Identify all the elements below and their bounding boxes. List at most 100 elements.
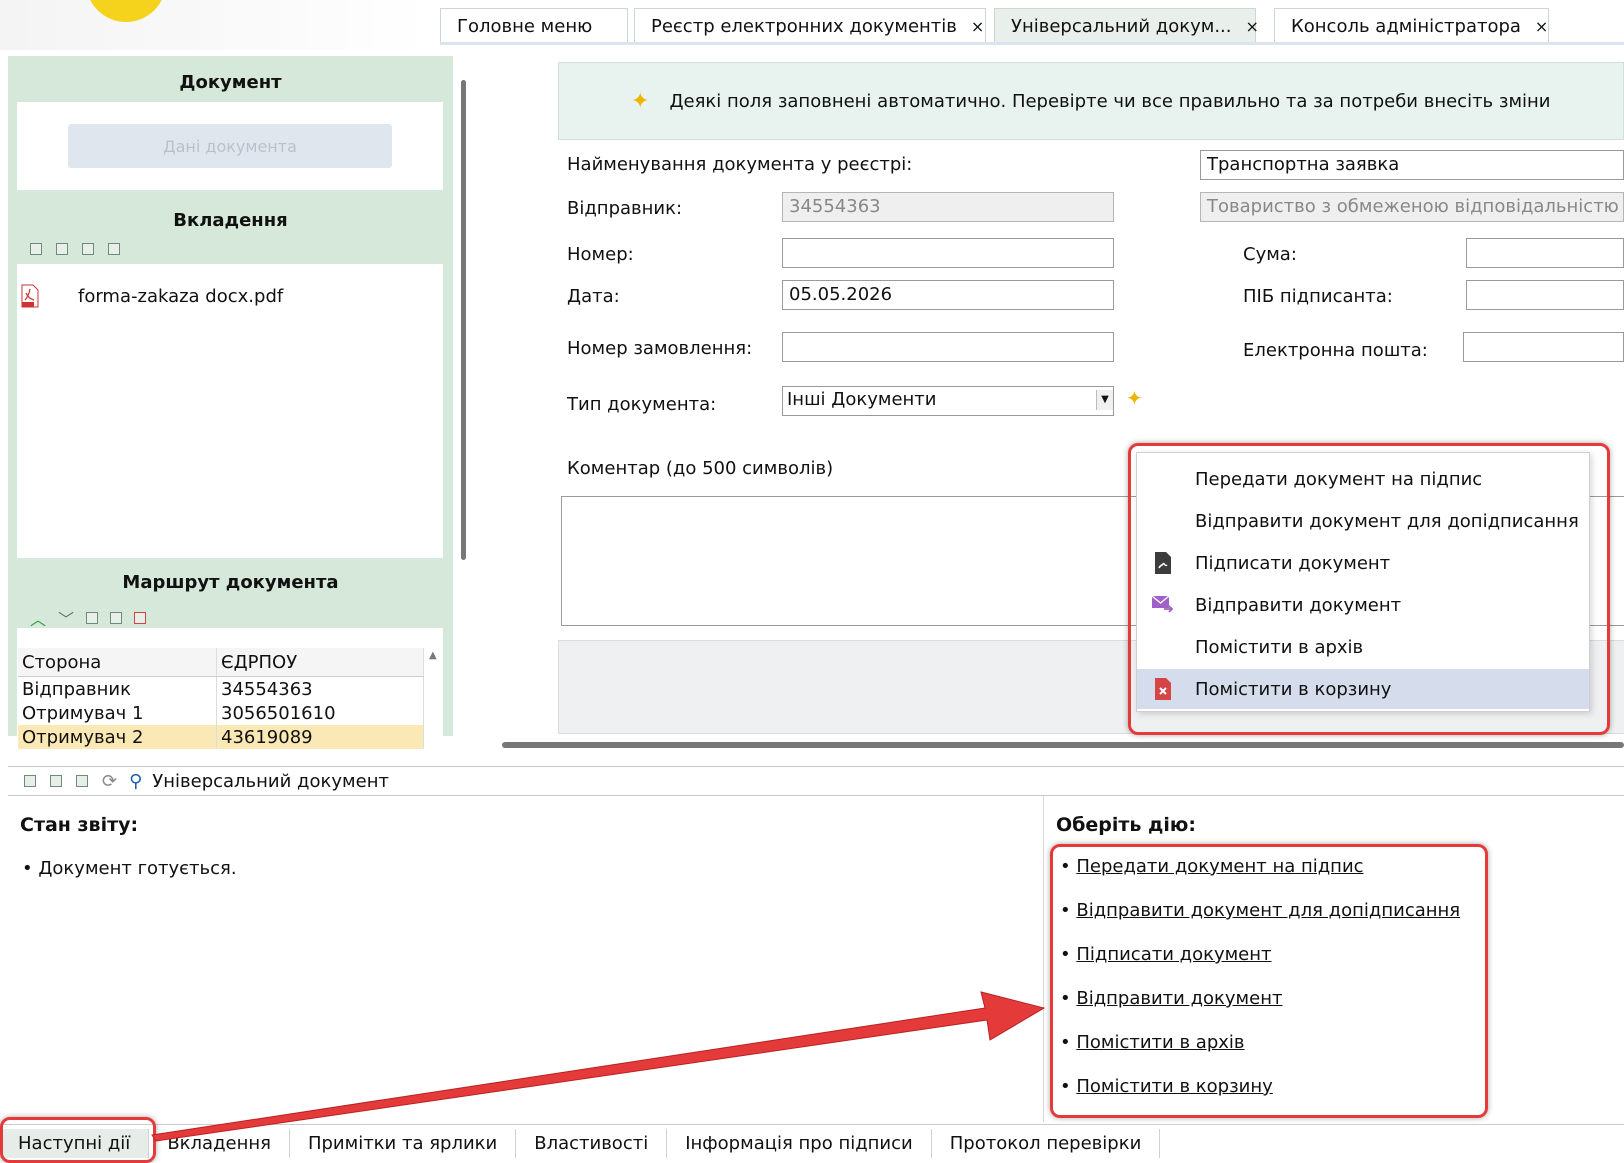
delete-attachment-icon[interactable] [108, 243, 120, 255]
menu-item-archive[interactable]: Помістити в архів [1137, 627, 1589, 667]
route-side: Отримувач 2 [18, 725, 217, 749]
save-icon[interactable] [56, 243, 68, 255]
menu-item-sign-document[interactable]: Підписати документ [1137, 543, 1589, 583]
action-link-send-for-cosign[interactable]: Відправити документ для допідписання [1076, 900, 1460, 921]
sender-code-field[interactable]: 34554363 [782, 192, 1114, 222]
save-icon[interactable] [24, 775, 36, 787]
tab-document-registry[interactable]: Реєстр електронних документів × [634, 8, 986, 44]
sum-field[interactable] [1466, 238, 1624, 268]
banner-text: Деякі поля заповнені автоматично. Переві… [669, 90, 1551, 112]
number-label: Номер: [567, 244, 634, 265]
menu-item-label: Передати документ на підпис [1195, 468, 1483, 490]
attachment-item[interactable] [20, 284, 40, 312]
choose-action-heading: Оберіть дію: [1056, 814, 1196, 836]
order-number-field[interactable] [782, 332, 1114, 362]
table-row-selected[interactable]: Отримувач 2 43619089 [18, 725, 424, 749]
menu-item-send-for-signature[interactable]: Передати документ на підпис [1137, 459, 1589, 499]
sparkle-icon: ✦ [631, 88, 650, 114]
move-up-icon[interactable]: ︿ [30, 606, 46, 630]
doc-type-select[interactable]: Інші Документи [782, 386, 1114, 416]
edit-route-icon[interactable] [110, 612, 123, 624]
menu-item-move-to-trash[interactable]: Помістити в корзину [1137, 669, 1589, 709]
route-side: Відправник [18, 676, 217, 701]
order-number-label: Номер замовлення: [567, 338, 753, 359]
email-label: Електронна пошта: [1243, 340, 1428, 361]
tab-signature-info[interactable]: Інформація про підписи [667, 1129, 932, 1158]
column-header-side[interactable]: Сторона [18, 648, 217, 677]
route-side: Отримувач 1 [18, 701, 217, 725]
registry-name-field[interactable]: Транспортна заявка [1200, 150, 1624, 180]
paperclip-icon[interactable]: ⚲ [129, 771, 142, 792]
add-attachment-icon[interactable] [30, 243, 42, 255]
move-down-icon[interactable]: ﹀ [58, 606, 74, 630]
chevron-down-icon[interactable]: ▼ [1096, 390, 1113, 410]
registry-name-label: Найменування документа у реєстрі: [567, 154, 913, 175]
action-link-send[interactable]: Відправити документ [1076, 988, 1282, 1009]
tab-attachments[interactable]: Вкладення [149, 1129, 290, 1158]
table-scroll-up-icon[interactable]: ▲ [429, 650, 437, 661]
tab-admin-console[interactable]: Консоль адміністратора × [1274, 8, 1549, 44]
route-toolbar: ︿ ﹀ [30, 606, 147, 630]
number-field[interactable] [782, 238, 1114, 268]
tab-notes-labels[interactable]: Примітки та ярлики [290, 1129, 517, 1158]
signer-field[interactable] [1466, 280, 1624, 310]
print-icon[interactable] [50, 775, 62, 787]
delete-route-icon[interactable] [134, 612, 147, 624]
tab-universal-document[interactable]: Універсальний докум... × [994, 8, 1259, 44]
copy-icon[interactable] [76, 775, 88, 787]
close-icon[interactable]: × [1535, 17, 1548, 36]
table-row[interactable]: Отримувач 1 3056501610 [18, 701, 424, 725]
attachment-filename[interactable]: forma-zakaza docx.pdf [78, 286, 283, 307]
menu-item-send-document[interactable]: Відправити документ [1137, 585, 1589, 625]
route-header-row: Сторона ЄДРПОУ [18, 648, 424, 677]
form-horizontal-scrollbar[interactable] [502, 742, 1624, 748]
trash-doc-icon [1155, 678, 1171, 700]
action-link-archive[interactable]: Помістити в архів [1076, 1032, 1244, 1053]
actions-context-menu: Передати документ на підпис Відправити д… [1136, 452, 1590, 712]
column-header-edrpou[interactable]: ЄДРПОУ [216, 648, 424, 677]
tab-properties[interactable]: Властивості [516, 1129, 668, 1158]
action-item: • Помістити в корзину [1060, 1076, 1273, 1097]
action-link-trash[interactable]: Помістити в корзину [1076, 1076, 1272, 1097]
tab-main-menu[interactable]: Головне меню [440, 8, 628, 44]
signer-label: ПІБ підписанта: [1243, 286, 1393, 307]
highlight-frame-next-actions-tab [0, 1117, 156, 1163]
action-item: • Помістити в архів [1060, 1032, 1245, 1053]
send-mail-icon [1151, 595, 1174, 613]
menu-item-label: Помістити в корзину [1195, 678, 1392, 700]
sender-name-field[interactable]: Товариство з обмеженою відповідальністю … [1200, 192, 1624, 222]
comment-label: Коментар (до 500 символів) [567, 458, 834, 479]
sparkle-icon: ✦ [1126, 386, 1143, 410]
tab-label: Головне меню [457, 16, 593, 37]
bottom-tabs: Наступні дії Вкладення Примітки та ярлик… [0, 1124, 1624, 1162]
menu-item-send-for-cosign[interactable]: Відправити документ для допідписання [1137, 501, 1589, 541]
menu-item-label: Підписати документ [1195, 552, 1391, 574]
attachments-toolbar [30, 243, 120, 255]
tab-underline [440, 42, 1624, 45]
action-item: • Підписати документ [1060, 944, 1272, 965]
action-link-sign[interactable]: Підписати документ [1076, 944, 1271, 965]
status-text: Документ готується. [38, 858, 237, 879]
app-logo-area [0, 0, 430, 50]
left-panel-scrollbar[interactable] [461, 80, 466, 560]
action-item: • Відправити документ для допідписання [1060, 900, 1461, 921]
tab-label: Універсальний докум... [1011, 16, 1232, 37]
report-status-heading: Стан звіту: [20, 814, 139, 836]
document-data-button[interactable]: Дані документа [68, 124, 392, 168]
date-field[interactable]: 05.05.2026 [782, 280, 1114, 310]
table-row[interactable]: Відправник 34554363 [18, 676, 424, 701]
refresh-icon[interactable]: ⟳ [102, 771, 117, 792]
action-link-send-for-signature[interactable]: Передати документ на підпис [1076, 856, 1363, 877]
autofill-banner: ✦ Деякі поля заповнені автоматично. Пере… [558, 62, 1624, 140]
tab-label: Реєстр електронних документів [651, 16, 957, 37]
attachments-section-title: Вкладення [173, 210, 288, 231]
close-icon[interactable]: × [1246, 17, 1259, 36]
tab-verification-log[interactable]: Протокол перевірки [932, 1129, 1161, 1158]
print-icon[interactable] [82, 243, 94, 255]
attachments-list [17, 264, 443, 558]
close-icon[interactable]: × [971, 17, 984, 36]
route-table: Сторона ЄДРПОУ Відправник 34554363 Отрим… [18, 648, 424, 749]
email-field[interactable] [1463, 332, 1624, 362]
add-route-icon[interactable] [86, 612, 99, 624]
doc-type-label: Тип документа: [567, 394, 717, 415]
